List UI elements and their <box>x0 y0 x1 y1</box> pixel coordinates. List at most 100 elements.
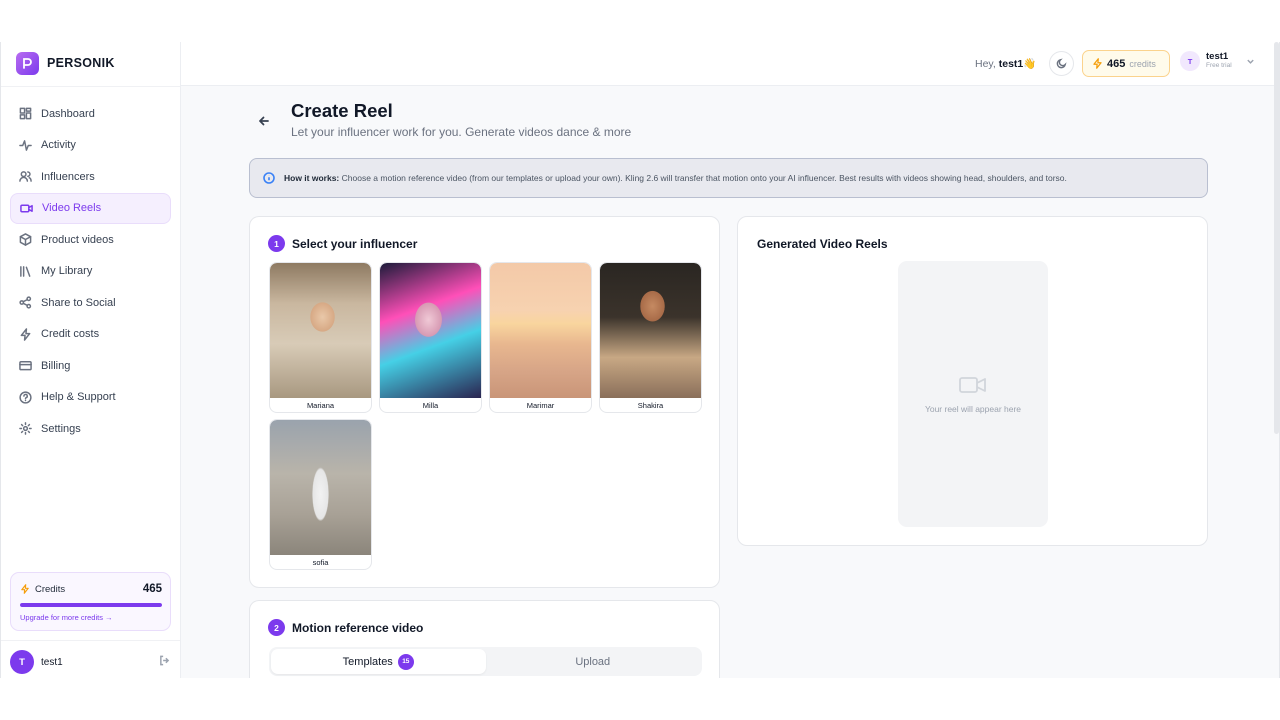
reel-placeholder: Your reel will appear here <box>898 261 1048 527</box>
page-title: Create Reel <box>291 100 393 121</box>
help-icon <box>19 391 32 404</box>
credits-badge-label: credits <box>1129 58 1156 69</box>
sidebar: PERSONIK Dashboard Activity Influencers … <box>1 42 181 678</box>
dashboard-icon <box>19 107 32 120</box>
influencer-photo <box>600 263 701 398</box>
step-header: 1 Select your influencer <box>268 235 417 252</box>
influencer-photo <box>490 263 591 398</box>
upgrade-link[interactable]: Upgrade for more credits → <box>20 613 113 622</box>
sidebar-item-video-reels[interactable]: Video Reels <box>10 192 171 224</box>
greeting-text: Hey, <box>975 58 996 70</box>
scrollbar[interactable] <box>1274 42 1279 434</box>
tab-templates[interactable]: Templates 15 <box>271 649 486 674</box>
user-name: test1 <box>41 656 63 668</box>
brand[interactable]: PERSONIK <box>16 51 115 75</box>
generated-reels-card: Generated Video Reels Your reel will app… <box>737 216 1208 546</box>
bolt-icon <box>21 584 29 594</box>
sidebar-item-billing[interactable]: Billing <box>10 350 171 382</box>
theme-toggle-button[interactable] <box>1049 51 1074 76</box>
sidebar-item-influencers[interactable]: Influencers <box>10 161 171 193</box>
influencer-card-mariana[interactable]: Mariana <box>269 262 372 413</box>
influencer-card-sofia[interactable]: sofia <box>269 419 372 570</box>
user-info: test1 Free trial <box>1206 52 1232 70</box>
sidebar-item-label: Credit costs <box>41 328 100 341</box>
influencer-name: Milla <box>422 400 439 410</box>
moon-icon <box>1056 58 1067 69</box>
sidebar-item-label: Activity <box>41 139 76 152</box>
select-influencer-card: 1 Select your influencer Mariana Milla M… <box>249 216 720 588</box>
step-header: 2 Motion reference video <box>268 619 423 636</box>
step-number: 1 <box>268 235 285 252</box>
info-banner: How it works: Choose a motion reference … <box>249 158 1208 198</box>
avatar[interactable]: T <box>10 650 34 674</box>
sidebar-item-label: My Library <box>41 265 93 278</box>
sidebar-item-product-videos[interactable]: Product videos <box>10 224 171 256</box>
influencer-name: Marimar <box>526 400 555 410</box>
sidebar-item-my-library[interactable]: My Library <box>10 256 171 288</box>
sidebar-user: T test1 <box>10 650 170 674</box>
influencer-card-marimar[interactable]: Marimar <box>489 262 592 413</box>
back-button[interactable] <box>257 114 271 128</box>
avatar: T <box>1180 51 1200 71</box>
influencer-name: Mariana <box>306 400 335 410</box>
influencer-photo <box>380 263 481 398</box>
divider <box>1 640 180 641</box>
arrow-left-icon <box>259 116 269 126</box>
tab-label: Templates <box>342 655 393 668</box>
count-badge: 15 <box>397 653 414 670</box>
sidebar-item-activity[interactable]: Activity <box>10 130 171 162</box>
sidebar-item-dashboard[interactable]: Dashboard <box>10 98 171 130</box>
page-subtitle: Let your influencer work for you. Genera… <box>291 125 632 139</box>
tab-upload[interactable]: Upload <box>486 649 701 674</box>
activity-icon <box>19 139 32 151</box>
credits-badge[interactable]: 465 credits <box>1082 50 1170 77</box>
card-icon <box>19 361 32 371</box>
wave-icon: 👋 <box>1023 58 1037 70</box>
user-name: test1 <box>1206 51 1229 62</box>
sidebar-item-label: Dashboard <box>41 107 95 120</box>
share-icon <box>19 296 32 309</box>
gear-icon <box>19 422 32 436</box>
sidebar-item-label: Settings <box>41 422 81 435</box>
library-icon <box>20 265 31 277</box>
credits-value: 465 <box>142 583 162 595</box>
sidebar-item-label: Product videos <box>41 233 114 246</box>
influencer-name: Shakira <box>637 400 664 410</box>
greeting: Hey, test1👋 <box>975 57 1036 70</box>
bolt-icon <box>20 327 31 341</box>
sidebar-item-credit-costs[interactable]: Credit costs <box>10 319 171 351</box>
app-window: PERSONIK Dashboard Activity Influencers … <box>0 42 1280 678</box>
step-title: Motion reference video <box>292 620 424 635</box>
topbar: Hey, test1👋 465 credits T test1 Free tri… <box>181 42 1279 86</box>
sidebar-item-label: Billing <box>41 359 71 372</box>
greeting-username: test1 <box>998 58 1024 70</box>
card-title: Generated Video Reels <box>757 237 888 251</box>
credits-label: Credits <box>35 583 66 595</box>
step-number: 2 <box>268 619 285 636</box>
influencer-name: sofia <box>312 557 329 567</box>
influencer-photo <box>270 420 371 555</box>
video-camera-icon <box>959 376 986 393</box>
step-title: Select your influencer <box>292 236 418 251</box>
user-menu[interactable]: T test1 Free trial <box>1180 51 1255 71</box>
sidebar-item-share-to-social[interactable]: Share to Social <box>10 287 171 319</box>
influencer-card-milla[interactable]: Milla <box>379 262 482 413</box>
logout-button[interactable] <box>159 653 170 671</box>
divider <box>1 86 180 87</box>
motion-source-tabs: Templates 15 Upload <box>269 647 702 676</box>
video-icon <box>20 204 33 213</box>
brand-name: PERSONIK <box>47 56 115 70</box>
motion-reference-card: 2 Motion reference video Templates 15 Up… <box>249 600 720 678</box>
sidebar-item-label: Share to Social <box>41 296 116 309</box>
sidebar-item-label: Video Reels <box>42 202 102 215</box>
user-plan: Free trial <box>1206 62 1232 69</box>
box-icon <box>19 233 32 247</box>
influencer-card-shakira[interactable]: Shakira <box>599 262 702 413</box>
info-title: How it works: <box>284 173 340 183</box>
credits-card: Credits 465 Upgrade for more credits → <box>10 572 171 631</box>
credits-progress-fill <box>20 603 162 607</box>
logout-icon <box>160 655 170 666</box>
sidebar-item-settings[interactable]: Settings <box>10 413 171 445</box>
sidebar-item-help-support[interactable]: Help & Support <box>10 382 171 414</box>
brand-logo-icon <box>16 51 39 75</box>
